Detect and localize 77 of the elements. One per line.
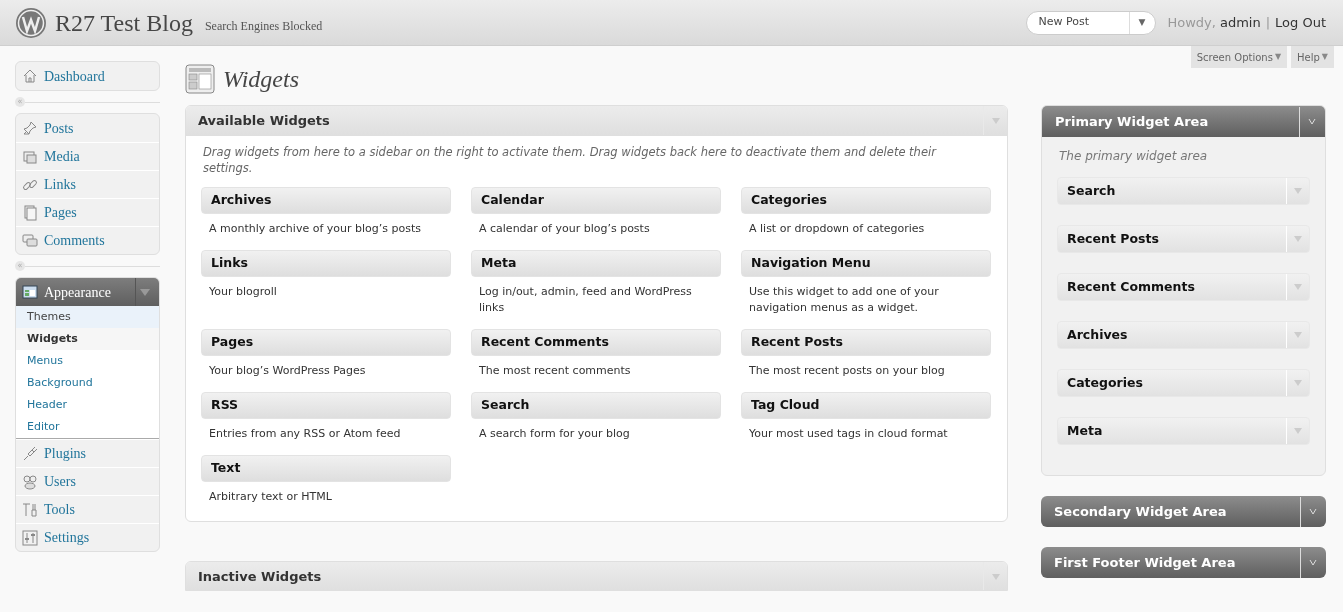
- menu-item[interactable]: Pages: [16, 198, 159, 226]
- widget-title-bar[interactable]: Navigation Menu: [741, 250, 991, 277]
- widget-title-bar[interactable]: Archives: [201, 187, 451, 214]
- menu-item[interactable]: Settings: [16, 523, 159, 551]
- submenu-item[interactable]: Background: [16, 372, 159, 394]
- widget-title-bar[interactable]: Pages: [201, 329, 451, 356]
- plug-icon: [22, 445, 38, 462]
- widget-description: The most recent comments: [478, 363, 632, 379]
- widget-title-bar[interactable]: Recent Posts: [741, 329, 991, 356]
- panel-title: Available Widgets: [197, 111, 331, 130]
- panel-description: Drag widgets from here to a sidebar on the right to activate them. Drag widgets back here to deactivate them and delete their settings.: [202, 144, 938, 176]
- site-note: Search Engines Blocked: [204, 17, 323, 35]
- screen-meta-tab[interactable]: Help ▼: [1291, 46, 1334, 68]
- widget-description: Entries from any RSS or Atom feed: [208, 426, 402, 442]
- widgets-icon: [185, 64, 215, 94]
- widget-description: A list or dropdown of categories: [748, 221, 926, 237]
- widget-title-bar[interactable]: Recent Comments: [1057, 273, 1310, 301]
- widget-title-bar[interactable]: Categories: [1057, 369, 1310, 397]
- widget-description: A monthly archive of your blog’s posts: [208, 221, 422, 237]
- menu-item[interactable]: Dashboard: [16, 62, 159, 90]
- submenu-item[interactable]: Header: [16, 394, 159, 416]
- site-title[interactable]: R27 Test Blog: [55, 4, 193, 41]
- submenu-item[interactable]: Widgets: [16, 328, 159, 350]
- pages-icon: [22, 204, 38, 221]
- sliders-icon: [22, 529, 38, 546]
- media-icon: [22, 148, 38, 165]
- widget-title-bar[interactable]: Meta: [1057, 417, 1310, 445]
- widget-description: Your blog’s WordPress Pages: [208, 363, 367, 379]
- menu-item[interactable]: Posts: [16, 114, 159, 142]
- widget-description: A calendar of your blog’s posts: [478, 221, 651, 237]
- submenu-item[interactable]: Editor: [16, 416, 159, 438]
- widget-title-bar[interactable]: Categories: [741, 187, 991, 214]
- widget-title-bar[interactable]: Archives: [1057, 321, 1310, 349]
- widget-title-bar[interactable]: Search: [471, 392, 721, 419]
- tools-icon: [22, 501, 38, 518]
- submenu-item[interactable]: Themes: [16, 306, 159, 328]
- menu-item[interactable]: Media: [16, 142, 159, 170]
- layout-icon: [22, 284, 38, 300]
- new-post-label[interactable]: New Post: [1026, 14, 1129, 31]
- widget-title-bar[interactable]: Search: [1057, 177, 1310, 205]
- screen-meta-tab[interactable]: Screen Options ▼: [1190, 46, 1288, 68]
- widget-description: Use this widget to add one of your navigation menus as a widget.: [748, 284, 940, 316]
- menu-item[interactable]: Appearance: [16, 278, 159, 306]
- widget-description: Your blogroll: [208, 284, 278, 300]
- user-link[interactable]: admin: [1219, 12, 1261, 33]
- widget-description: Arbitrary text or HTML: [208, 489, 333, 505]
- widget-title-bar[interactable]: Text: [201, 455, 451, 482]
- house-icon: [22, 68, 38, 84]
- page-title: Widgets: [223, 65, 299, 94]
- widget-title-bar[interactable]: RSS: [201, 392, 451, 419]
- logout-link[interactable]: Log Out: [1275, 12, 1326, 33]
- widget-title-bar[interactable]: Tag Cloud: [741, 392, 991, 419]
- panel-title: Inactive Widgets: [197, 567, 323, 586]
- widget-title-bar[interactable]: Meta: [471, 250, 721, 277]
- widget-description: Log in/out, admin, feed and WordPress links: [478, 284, 693, 316]
- menu-item[interactable]: Users: [16, 467, 159, 495]
- sidebar-description: The primary widget area: [1058, 148, 1209, 165]
- widget-description: Your most used tags in cloud format: [748, 426, 949, 442]
- logo-icon: [15, 6, 47, 39]
- widget-description: The most recent posts on your blog: [748, 363, 946, 379]
- new-post-dropdown[interactable]: New Post ▼: [1025, 10, 1156, 35]
- widget-title-bar[interactable]: Calendar: [471, 187, 721, 214]
- widget-title-bar[interactable]: Recent Comments: [471, 329, 721, 356]
- menu-item[interactable]: Links: [16, 170, 159, 198]
- menu-item[interactable]: Tools: [16, 495, 159, 523]
- widget-title-bar[interactable]: Links: [201, 250, 451, 277]
- comments-icon: [22, 232, 38, 249]
- separator-text: |: [1265, 13, 1271, 32]
- menu-item[interactable]: Plugins: [16, 439, 159, 467]
- widget-title-bar[interactable]: Recent Posts: [1057, 225, 1310, 253]
- greeting-text: Howdy,: [1167, 13, 1216, 32]
- widget-description: A search form for your blog: [478, 426, 631, 442]
- users-icon: [22, 473, 38, 490]
- menu-item[interactable]: Comments: [16, 226, 159, 254]
- pin-icon: [22, 120, 38, 136]
- dropdown-toggle[interactable]: ▼: [1128, 11, 1155, 34]
- submenu-item[interactable]: Menus: [16, 350, 159, 372]
